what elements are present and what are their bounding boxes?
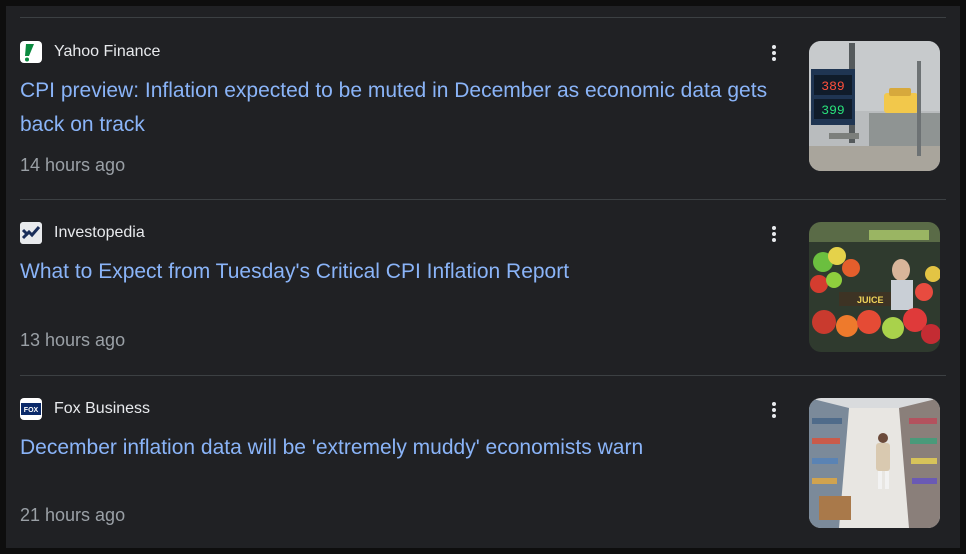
juice-sign: JUICE — [857, 295, 884, 305]
more-vert-icon[interactable] — [765, 398, 783, 422]
news-panel: Yahoo Finance CPI preview: Inflation exp… — [6, 6, 960, 548]
news-item[interactable]: FOX Fox Business December inflation data… — [6, 375, 960, 548]
yahoo-finance-favicon-icon — [20, 41, 42, 63]
source-row: Yahoo Finance — [20, 41, 160, 63]
news-item[interactable]: Yahoo Finance CPI preview: Inflation exp… — [6, 6, 960, 199]
price-red: 389 — [821, 79, 844, 94]
source-row: FOX Fox Business — [20, 398, 150, 420]
timestamp: 14 hours ago — [20, 155, 126, 175]
more-vert-icon[interactable] — [765, 222, 783, 246]
fox-logo-text: FOX — [24, 407, 39, 414]
source-name: Yahoo Finance — [54, 43, 161, 60]
timestamp: 13 hours ago — [20, 330, 126, 350]
fox-business-favicon-icon: FOX — [20, 398, 42, 420]
source-name: Investopedia — [54, 224, 145, 241]
investopedia-favicon-icon — [20, 222, 42, 244]
more-vert-icon[interactable] — [765, 41, 783, 65]
news-item[interactable]: Investopedia What to Expect from Tuesday… — [6, 199, 960, 375]
source-name: Fox Business — [54, 400, 151, 417]
source-row: Investopedia — [20, 222, 145, 244]
timestamp: 21 hours ago — [20, 505, 126, 525]
price-green: 399 — [821, 103, 844, 118]
headline-link[interactable]: CPI preview: Inflation expected to be mu… — [20, 74, 780, 142]
produce-market-image[interactable]: JUICE — [809, 222, 940, 352]
headline-link[interactable]: December inflation data will be 'extreme… — [20, 431, 780, 465]
grocery-aisle-shopper-image[interactable] — [809, 398, 940, 528]
gas-station-price-sign-image[interactable]: 389 399 — [809, 41, 940, 171]
headline-link[interactable]: What to Expect from Tuesday's Critical C… — [20, 255, 780, 289]
